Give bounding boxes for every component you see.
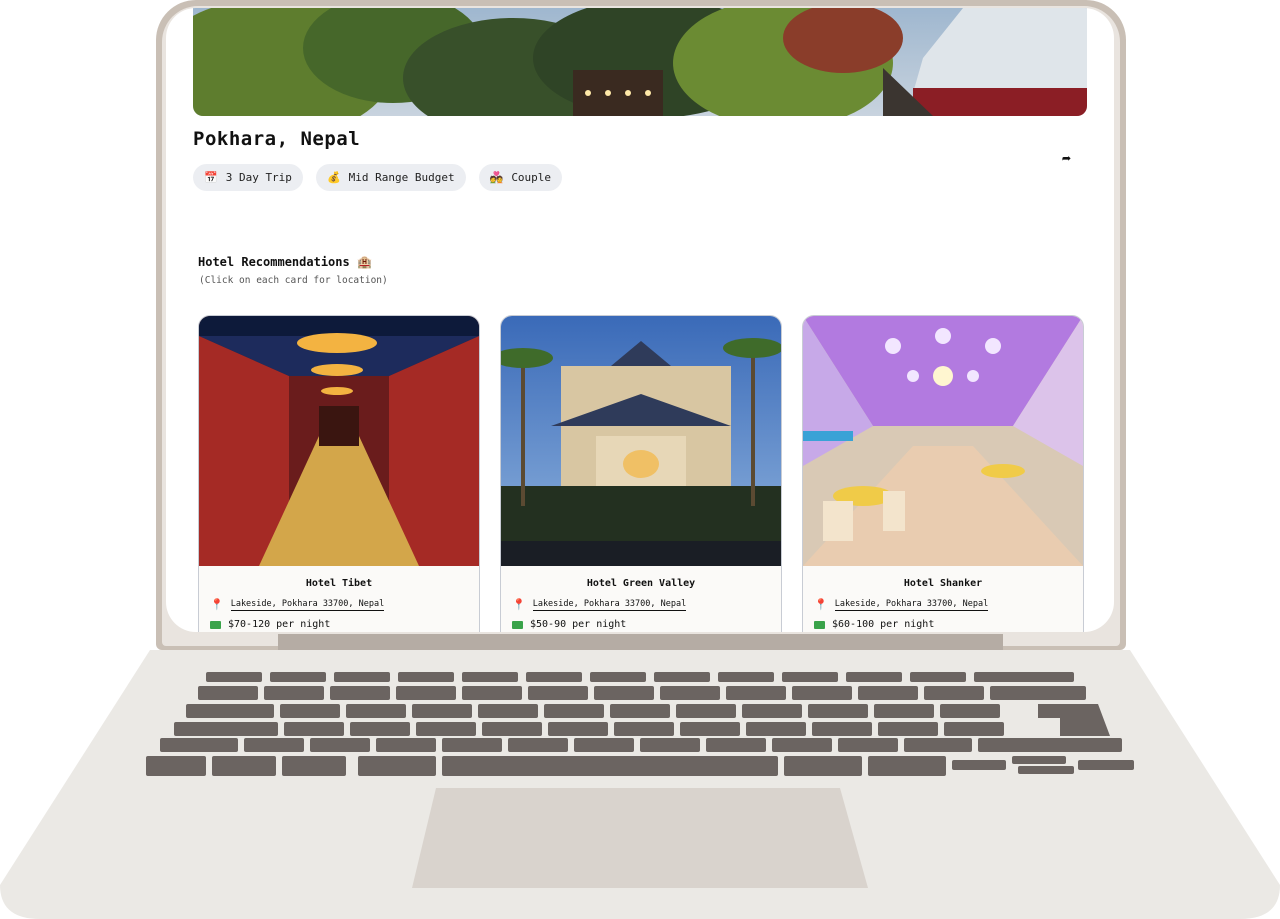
hotel-address[interactable]: Lakeside, Pokhara 33700, Nepal xyxy=(230,599,385,611)
chip-label: 3 Day Trip xyxy=(225,171,292,184)
hotel-price-row: $70-120 per night xyxy=(210,619,479,630)
hotel-address-row: 📍 Lakeside, Pokhara 33700, Nepal xyxy=(512,598,781,611)
hotel-image xyxy=(501,316,781,566)
share-icon[interactable]: ➦ xyxy=(1062,151,1078,167)
calendar-icon: 📅 xyxy=(204,171,218,184)
pin-icon: 📍 xyxy=(210,598,224,611)
hotel-name: Hotel Tibet xyxy=(305,578,373,589)
hotel-address-row: 📍 Lakeside, Pokhara 33700, Nepal xyxy=(210,598,479,611)
money-bag-icon: 💰 xyxy=(326,171,341,184)
hotel-price-row: $50-90 per night xyxy=(512,619,781,630)
laptop-base xyxy=(0,650,1280,919)
pin-icon: 📍 xyxy=(512,598,526,611)
hotel-price: $60-100 per night xyxy=(832,619,935,630)
hotel-address[interactable]: Lakeside, Pokhara 33700, Nepal xyxy=(834,599,989,611)
hotel-address-row: 📍 Lakeside, Pokhara 33700, Nepal xyxy=(814,598,1083,611)
hero-image xyxy=(193,8,1087,116)
hotel-card[interactable]: Hotel Green Valley 📍 Lakeside, Pokhara 3… xyxy=(500,315,782,632)
trip-chips: 📅 3 Day Trip 💰 Mid Range Budget 💑 Couple xyxy=(193,164,563,191)
money-icon xyxy=(814,620,825,629)
chip-duration: 📅 3 Day Trip xyxy=(193,164,303,191)
hotel-name: Hotel Green Valley xyxy=(586,578,696,589)
hotel-address[interactable]: Lakeside, Pokhara 33700, Nepal xyxy=(532,599,687,611)
money-icon xyxy=(210,620,221,629)
hotel-cards: Hotel Tibet 📍 Lakeside, Pokhara 33700, N… xyxy=(198,315,1084,632)
money-icon xyxy=(512,620,523,629)
chip-label: Couple xyxy=(511,171,552,184)
couple-icon: 💑 xyxy=(489,171,504,184)
chip-budget: 💰 Mid Range Budget xyxy=(315,164,466,191)
page-title: Pokhara, Nepal xyxy=(193,128,361,150)
hotel-image xyxy=(199,316,479,566)
hotel-price: $50-90 per night xyxy=(530,619,627,630)
chip-travelers: 💑 Couple xyxy=(478,164,563,191)
hotel-price: $70-120 per night xyxy=(228,619,331,630)
hotel-card[interactable]: Hotel Shanker 📍 Lakeside, Pokhara 33700,… xyxy=(802,315,1084,632)
laptop-screen: Pokhara, Nepal ➦ 📅 3 Day Trip 💰 Mid Rang… xyxy=(166,8,1114,632)
keyboard-illustration xyxy=(0,650,1280,919)
hotel-name: Hotel Shanker xyxy=(903,578,983,589)
chip-label: Mid Range Budget xyxy=(348,171,455,184)
hotels-section-subtitle: (Click on each card for location) xyxy=(199,275,388,286)
hotel-price-row: $60-100 per night xyxy=(814,619,1083,630)
pin-icon: 📍 xyxy=(814,598,828,611)
hotels-section-title: Hotel Recommendations 🏨 xyxy=(198,255,372,269)
hotel-image xyxy=(803,316,1083,566)
hotel-card[interactable]: Hotel Tibet 📍 Lakeside, Pokhara 33700, N… xyxy=(198,315,480,632)
